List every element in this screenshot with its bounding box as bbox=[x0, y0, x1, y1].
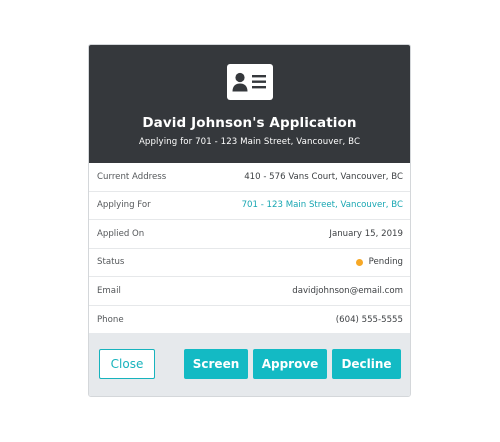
application-title: David Johnson's Application bbox=[142, 115, 357, 131]
detail-label: Applying For bbox=[97, 200, 151, 211]
detail-value: January 15, 2019 bbox=[329, 228, 403, 239]
status-text: Pending bbox=[368, 257, 403, 268]
detail-label: Email bbox=[97, 285, 121, 296]
detail-row-phone: Phone (604) 555-5555 bbox=[89, 306, 410, 335]
detail-label: Current Address bbox=[97, 171, 167, 182]
screen-button[interactable]: Screen bbox=[184, 349, 248, 379]
decline-button[interactable]: Decline bbox=[332, 349, 401, 379]
detail-label: Status bbox=[97, 257, 125, 268]
application-header: David Johnson's Application Applying for… bbox=[89, 45, 410, 163]
details-list: Current Address 410 - 576 Vans Court, Va… bbox=[89, 163, 410, 334]
detail-value: 410 - 576 Vans Court, Vancouver, BC bbox=[244, 171, 403, 182]
detail-value: davidjohnson@email.com bbox=[292, 285, 403, 296]
close-button[interactable]: Close bbox=[99, 349, 155, 379]
application-subtitle: Applying for 701 - 123 Main Street, Vanc… bbox=[138, 137, 361, 147]
action-bar: Close Screen Approve Decline bbox=[89, 333, 410, 396]
property-link[interactable]: 701 - 123 Main Street, Vancouver, BC bbox=[242, 200, 403, 210]
detail-row-applying-for: Applying For 701 - 123 Main Street, Vanc… bbox=[89, 192, 410, 220]
id-card-icon bbox=[227, 64, 273, 100]
status-badge: Pending bbox=[355, 257, 403, 268]
detail-label: Applied On bbox=[97, 228, 145, 239]
detail-row-current-address: Current Address 410 - 576 Vans Court, Va… bbox=[89, 163, 410, 192]
application-card: David Johnson's Application Applying for… bbox=[88, 44, 411, 397]
detail-value: (604) 555-5555 bbox=[335, 314, 403, 325]
status-dot-icon bbox=[355, 258, 363, 266]
detail-row-email: Email davidjohnson@email.com bbox=[89, 277, 410, 306]
detail-row-status: Status Pending bbox=[89, 249, 410, 277]
detail-label: Phone bbox=[97, 314, 124, 325]
approve-button[interactable]: Approve bbox=[253, 349, 327, 379]
detail-row-applied-on: Applied On January 15, 2019 bbox=[89, 220, 410, 249]
